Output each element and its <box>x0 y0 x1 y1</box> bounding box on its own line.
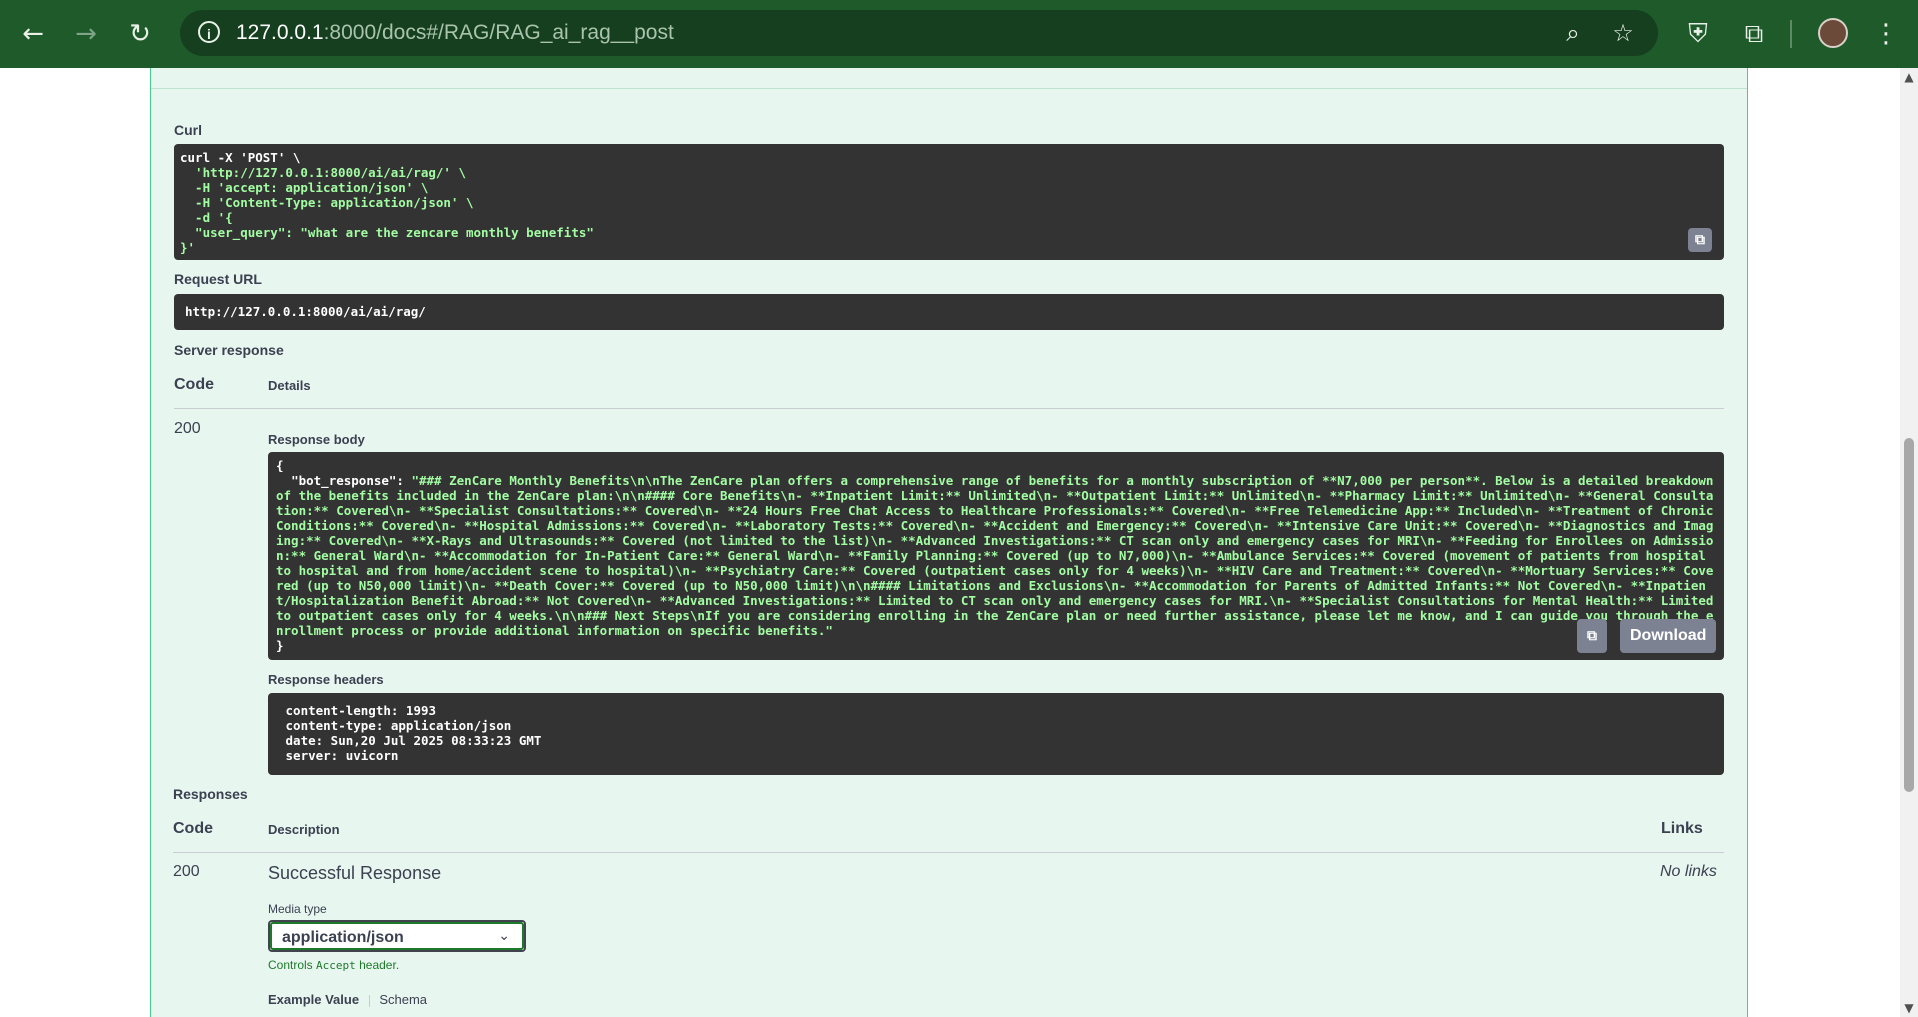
example-tabs: Example Value Schema <box>268 992 427 1007</box>
table-divider <box>174 408 1724 409</box>
kebab-menu-icon[interactable]: ⋮ <box>1868 16 1904 52</box>
divider <box>151 88 1747 89</box>
server-response-details-header: Details <box>268 378 311 393</box>
download-button[interactable]: Download <box>1620 619 1717 653</box>
media-type-label: Media type <box>268 902 327 916</box>
response-headers-label: Response headers <box>268 672 384 687</box>
response-body-label: Response body <box>268 432 365 447</box>
server-response-label: Server response <box>174 342 284 358</box>
responses-description-header: Description <box>268 822 340 837</box>
responses-code-header: Code <box>173 820 213 837</box>
curl-line: 'http://127.0.0.1:8000/ai/ai/rag/' \ <box>195 165 466 180</box>
clipboard-icon: ⧉ <box>1587 628 1597 644</box>
curl-line: -H 'accept: application/json' \ <box>195 180 429 195</box>
back-arrow-icon[interactable]: ← <box>13 14 53 54</box>
response-header-line: content-type: application/json <box>285 718 512 733</box>
curl-command: curl -X 'POST' \ 'http://127.0.0.1:8000/… <box>180 150 594 255</box>
chevron-down-icon: ⌄ <box>498 928 510 944</box>
address-bar[interactable]: i 127.0.0.1:8000/docs#/RAG/RAG_ai_rag__p… <box>180 10 1658 56</box>
site-info-icon[interactable]: i <box>198 21 220 43</box>
media-type-select[interactable]: application/json ⌄ <box>268 920 526 952</box>
server-response-code-header: Code <box>174 376 214 393</box>
curl-line: -d '{ <box>195 210 233 225</box>
curl-code-block: curl -X 'POST' \ 'http://127.0.0.1:8000/… <box>174 144 1724 260</box>
example-value-tab[interactable]: Example Value <box>268 992 359 1007</box>
reload-icon[interactable]: ↻ <box>120 14 160 54</box>
request-url-label: Request URL <box>174 271 262 287</box>
scrollbar-thumb[interactable] <box>1904 438 1914 792</box>
responses-code: 200 <box>173 863 200 880</box>
page-scrollbar[interactable]: ▲ ▼ <box>1900 68 1918 1017</box>
response-description: Successful Response <box>268 863 442 883</box>
response-body-block: { "bot_response": "### ZenCare Monthly B… <box>268 452 1724 660</box>
request-url-value: http://127.0.0.1:8000/ai/ai/rag/ <box>185 304 426 319</box>
url-text[interactable]: 127.0.0.1:8000/docs#/RAG/RAG_ai_rag__pos… <box>236 21 674 45</box>
curl-line: -H 'Content-Type: application/json' \ <box>195 195 474 210</box>
request-url-box: http://127.0.0.1:8000/ai/ai/rag/ <box>174 294 1724 330</box>
zoom-icon[interactable]: ⌕ <box>1558 18 1588 48</box>
table-divider <box>173 852 1724 853</box>
browser-toolbar: ← → ↻ i 127.0.0.1:8000/docs#/RAG/RAG_ai_… <box>0 0 1918 68</box>
controls-accept-note: Controls Accept header. <box>268 958 400 972</box>
response-body-json: { "bot_response": "### ZenCare Monthly B… <box>276 458 1721 653</box>
puzzle-extensions-icon[interactable]: ⧉ <box>1736 16 1772 52</box>
shield-extension-icon[interactable]: ⛨ <box>1680 16 1716 52</box>
curl-label: Curl <box>174 122 202 138</box>
bot-response-text: "### ZenCare Monthly Benefits\n\nThe Zen… <box>276 473 1721 638</box>
response-header-line: server: uvicorn <box>278 748 406 763</box>
schema-tab[interactable]: Schema <box>379 992 427 1007</box>
no-links-text: No links <box>1660 863 1717 880</box>
server-response-code: 200 <box>174 420 201 437</box>
responses-links-header: Links <box>1661 820 1703 837</box>
responses-label: Responses <box>173 786 248 802</box>
response-header-line: date: Sun,20 Jul 2025 08:33:23 GMT <box>285 733 542 748</box>
curl-line: }' <box>180 240 196 255</box>
clipboard-icon: ⧉ <box>1695 232 1705 248</box>
scroll-down-arrow-icon[interactable]: ▼ <box>1903 1001 1915 1015</box>
response-headers-block: content-length: 1993 content-type: appli… <box>268 693 1724 775</box>
media-type-value: application/json <box>282 929 404 946</box>
profile-avatar[interactable] <box>1818 18 1848 48</box>
tab-separator <box>368 994 370 1007</box>
bookmark-star-icon[interactable]: ☆ <box>1608 18 1638 48</box>
copy-response-button[interactable]: ⧉ <box>1577 619 1607 653</box>
toolbar-separator <box>1790 20 1792 48</box>
response-headers-text: content-length: 1993 content-type: appli… <box>278 703 549 763</box>
response-header-line: content-length: 1993 <box>285 703 437 718</box>
scroll-up-arrow-icon[interactable]: ▲ <box>1903 70 1915 84</box>
select-focus-ring: application/json ⌄ <box>270 922 524 950</box>
forward-arrow-icon[interactable]: → <box>66 14 106 54</box>
curl-line: curl -X 'POST' \ <box>180 150 301 165</box>
curl-line: "user_query": "what are the zencare mont… <box>195 225 594 240</box>
copy-curl-button[interactable]: ⧉ <box>1688 228 1712 252</box>
swagger-page: Curl curl -X 'POST' \ 'http://127.0.0.1:… <box>0 68 1900 1017</box>
